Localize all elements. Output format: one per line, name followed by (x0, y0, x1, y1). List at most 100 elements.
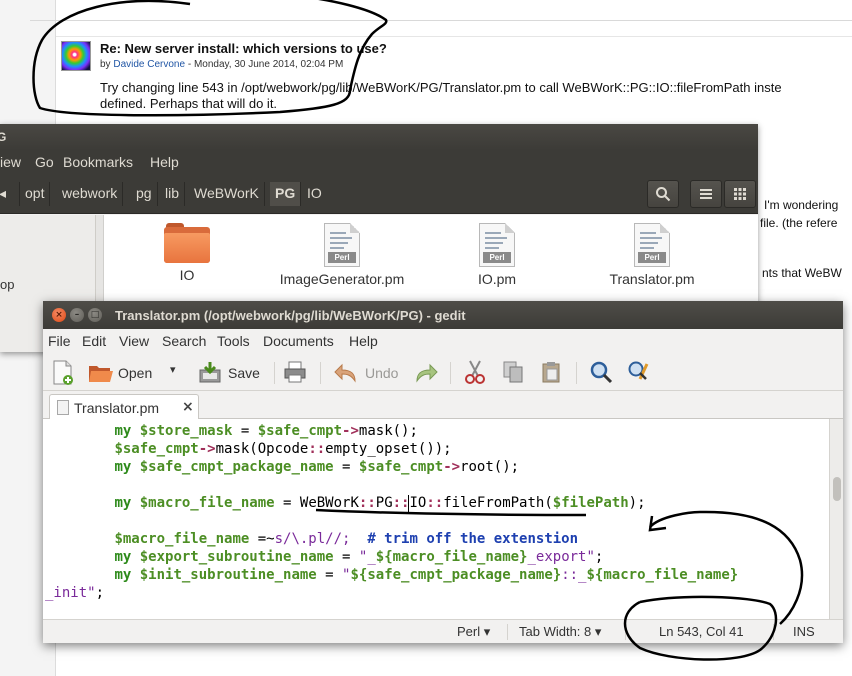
file-manager-menubar: iew Go Bookmarks Help (0, 150, 758, 174)
editor-scrollbar[interactable] (829, 419, 843, 619)
gedit-statusbar: Perl ▾ Tab Width: 8 ▾ Ln 543, Col 41 INS (43, 619, 843, 643)
gedit-window: × – □ Translator.pm (/opt/webwork/pg/lib… (43, 301, 843, 643)
author-link[interactable]: Davide Cervone (113, 59, 185, 70)
search-icon (590, 361, 613, 384)
save-icon (199, 362, 221, 383)
find-button[interactable] (589, 358, 615, 386)
menu-help[interactable]: Help (349, 333, 378, 349)
grid-view-button[interactable] (724, 180, 756, 208)
file-name: Translator.pm (609, 271, 695, 287)
breadcrumb-pg-active[interactable]: PG (270, 182, 302, 206)
find-replace-icon (628, 361, 649, 380)
window-title: G (0, 130, 7, 144)
cut-button[interactable] (463, 358, 489, 386)
tab-width-selector[interactable]: Tab Width: 8 ▾ (519, 624, 601, 640)
toolbar-separator (274, 362, 275, 384)
breadcrumb-webwork-dir[interactable]: WeBWorK (189, 182, 265, 206)
perl-file-icon: Perl (634, 223, 670, 267)
search-button[interactable] (647, 180, 679, 208)
byline-date: - Monday, 30 June 2014, 02:04 PM (185, 59, 344, 70)
toolbar-separator (320, 362, 321, 384)
post-body-line: Try changing line 543 in /opt/webwork/pg… (100, 80, 782, 95)
menu-file[interactable]: File (48, 333, 71, 349)
code-line: my $init_subroutine_name = "${safe_cmpt_… (114, 567, 739, 583)
save-button[interactable]: Save (198, 358, 268, 386)
file-name: IO (179, 267, 195, 283)
text-cursor (408, 495, 409, 513)
open-button[interactable]: Open ▾ (88, 358, 198, 386)
minimize-window-button[interactable]: – (70, 308, 84, 322)
file-item-io-folder[interactable]: IO (112, 223, 262, 283)
paste-button[interactable] (539, 358, 565, 386)
scrollbar-thumb[interactable] (833, 477, 841, 501)
menu-edit[interactable]: Edit (82, 333, 106, 349)
undo-button[interactable]: Undo (333, 358, 408, 386)
post-title: Re: New server install: which versions t… (100, 41, 387, 56)
path-bar: ◂ opt webwork pg lib WeBWorK PG IO (0, 174, 758, 214)
close-window-button[interactable]: × (52, 308, 66, 322)
menu-go[interactable]: Go (35, 154, 54, 170)
find-replace-button[interactable] (627, 358, 653, 386)
avatar[interactable] (61, 41, 91, 71)
paste-icon (542, 362, 560, 383)
close-tab-button[interactable]: × (182, 399, 194, 415)
post-body: Try changing line 543 in /opt/webwork/pg… (100, 80, 852, 112)
code-line: my $store_mask = $safe_cmpt->mask(); (114, 423, 418, 439)
text-file-icon (57, 400, 69, 415)
breadcrumb-opt[interactable]: opt (20, 182, 51, 206)
cut-icon (465, 360, 485, 384)
menu-bookmarks[interactable]: Bookmarks (63, 154, 133, 170)
print-button[interactable] (283, 358, 309, 386)
undo-icon (334, 363, 356, 383)
cursor-position: Ln 543, Col 41 (659, 624, 744, 639)
window-title: Translator.pm (/opt/webwork/pg/lib/WeBWo… (115, 308, 466, 323)
tab-translator-pm[interactable]: Translator.pm × (49, 394, 199, 420)
post-byline: by Davide Cervone - Monday, 30 June 2014… (100, 59, 343, 70)
post-text-fragment: nts that WeBW (762, 266, 842, 280)
language-selector[interactable]: Perl ▾ (457, 624, 490, 640)
toolbar-separator (576, 362, 577, 384)
post-body-line: defined. Perhaps that will do it. (100, 96, 278, 111)
undo-label: Undo (365, 365, 399, 381)
sidebar-item-label[interactable]: op (0, 277, 14, 292)
perl-file-icon: Perl (324, 223, 360, 267)
document-tab-bar: Translator.pm × (43, 391, 843, 420)
file-item-imagegenerator[interactable]: Perl ImageGenerator.pm (267, 223, 417, 287)
byline-prefix: by (100, 59, 111, 70)
maximize-window-button[interactable]: □ (88, 308, 102, 322)
breadcrumb-pg[interactable]: pg (131, 182, 158, 206)
menu-search[interactable]: Search (162, 333, 206, 349)
open-label: Open (118, 365, 153, 381)
gedit-titlebar[interactable]: × – □ Translator.pm (/opt/webwork/pg/lib… (43, 301, 843, 329)
post-text-fragment: I'm wondering (764, 198, 839, 212)
menu-documents[interactable]: Documents (263, 333, 334, 349)
gedit-menubar: File Edit View Search Tools Documents He… (43, 329, 843, 353)
menu-help[interactable]: Help (150, 154, 179, 170)
code-line: my $export_subroutine_name = "_${macro_f… (114, 549, 604, 565)
path-back-arrow[interactable]: ◂ (0, 182, 20, 206)
redo-icon (416, 363, 438, 383)
chevron-down-icon[interactable]: ▾ (170, 363, 176, 376)
breadcrumb-io[interactable]: IO (302, 182, 327, 206)
copy-button[interactable] (501, 358, 527, 386)
grid-icon (734, 188, 746, 200)
redo-button[interactable] (413, 358, 439, 386)
divider (30, 20, 852, 21)
menu-view[interactable]: View (119, 333, 149, 349)
code-line: my $safe_cmpt_package_name = $safe_cmpt-… (114, 459, 520, 475)
menu-tools[interactable]: Tools (217, 333, 250, 349)
breadcrumb-lib[interactable]: lib (160, 182, 186, 206)
new-document-button[interactable] (51, 358, 77, 386)
breadcrumb-webwork[interactable]: webwork (57, 182, 124, 206)
file-item-translator[interactable]: Perl Translator.pm (577, 223, 727, 287)
list-view-button[interactable] (690, 180, 722, 208)
code-line-543: my $macro_file_name = WeBWorK::PG::IO::f… (114, 495, 646, 511)
file-name: ImageGenerator.pm (279, 271, 405, 287)
tab-label: Translator.pm (74, 400, 160, 416)
code-editor[interactable]: my $store_mask = $safe_cmpt->mask(); $sa… (43, 419, 829, 619)
menu-view[interactable]: iew (0, 154, 21, 170)
file-manager-titlebar[interactable]: G (0, 124, 758, 150)
copy-icon (503, 361, 523, 383)
code-line: _init"; (45, 585, 105, 601)
file-item-io-pm[interactable]: Perl IO.pm (422, 223, 572, 287)
